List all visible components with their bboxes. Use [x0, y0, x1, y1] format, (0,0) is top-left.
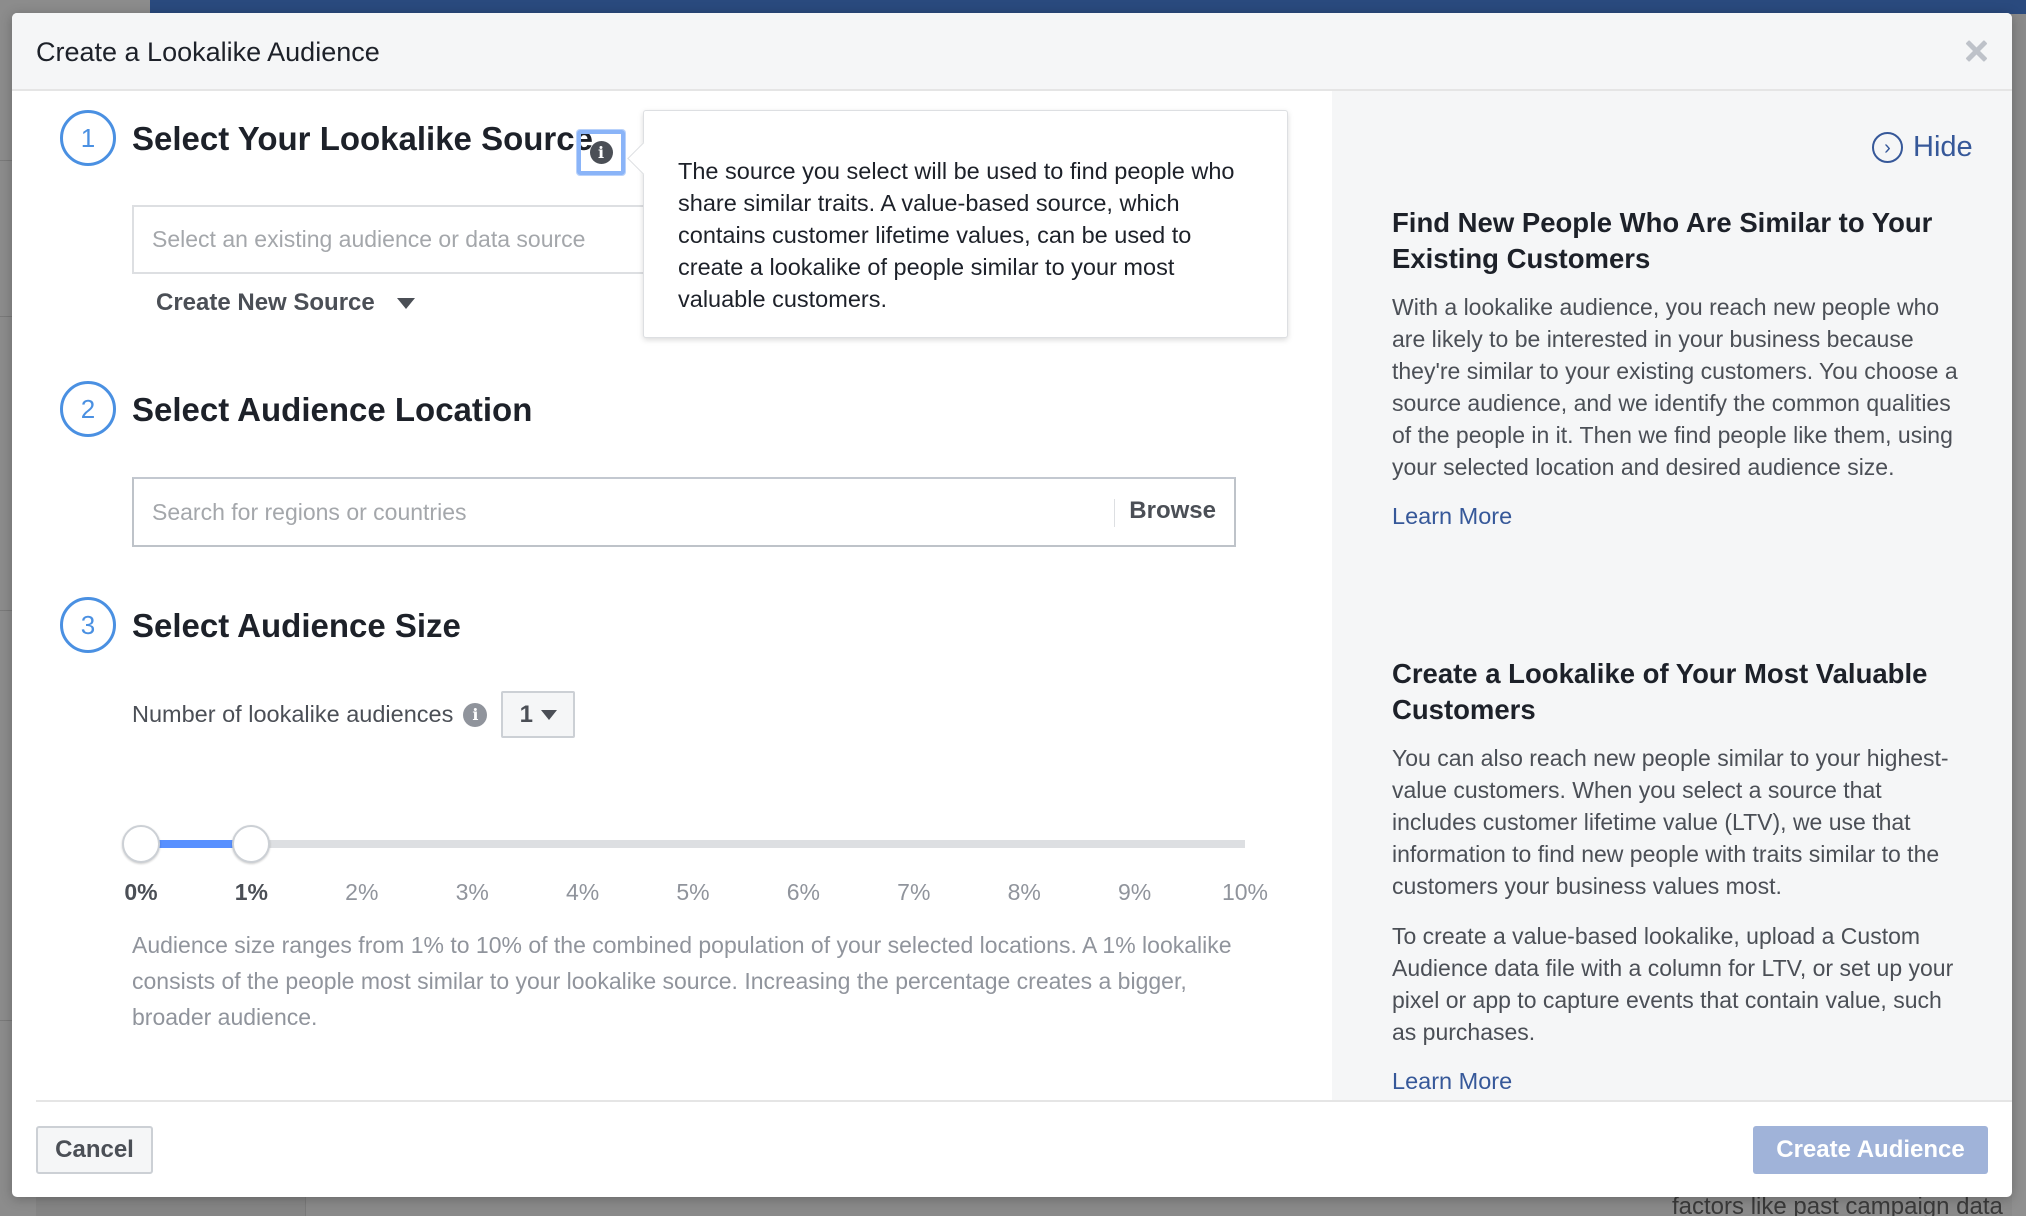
background-page-right — [2012, 190, 2026, 1216]
location-search-field[interactable] — [134, 479, 1094, 545]
learn-more-link[interactable]: Learn More — [1392, 1068, 1512, 1095]
info-icon[interactable]: i — [463, 702, 488, 727]
audience-size-slider[interactable] — [122, 823, 1261, 863]
number-of-audiences-row: Number of lookalike audiences i 1 — [132, 691, 576, 738]
create-audience-button[interactable]: Create Audience — [1753, 1126, 1988, 1174]
background-top-bar — [150, 0, 2026, 14]
slider-tick-label: 5% — [676, 879, 710, 905]
step-1-number: 1 — [60, 110, 116, 166]
info-paragraph: You can also reach new people similar to… — [1392, 745, 1949, 899]
info-paragraph: To create a value-based lookalike, uploa… — [1392, 923, 1954, 1045]
create-new-source-label: Create New Source — [156, 289, 375, 316]
slider-tick-label: 4% — [565, 879, 600, 905]
cancel-button[interactable]: Cancel — [36, 1126, 153, 1174]
learn-more-link[interactable]: Learn More — [1392, 503, 1512, 530]
hide-panel-button[interactable]: › Hide — [1872, 131, 1973, 164]
slider-tick-label: 10% — [1221, 879, 1269, 905]
slider-tick-label: 3% — [455, 879, 489, 905]
number-of-audiences-value: 1 — [519, 700, 534, 728]
info-paragraph: With a lookalike audience, you reach new… — [1392, 294, 1958, 480]
info-panel: › Hide Find New People Who Are Similar t… — [1332, 91, 2012, 1100]
step-3-heading: Select Audience Size — [132, 607, 461, 644]
audience-size-description: Audience size ranges from 1% to 10% of t… — [132, 932, 1232, 1030]
step-1-heading: Select Your Lookalike Source — [132, 120, 593, 157]
info-heading: Create a Lookalike of Your Most Valuable… — [1392, 658, 1928, 725]
slider-thumb-start[interactable] — [122, 825, 160, 863]
browse-button[interactable]: Browse — [1129, 497, 1216, 525]
source-info-tooltip: The source you select will be used to fi… — [643, 110, 1288, 338]
info-section-valuable-customers: Create a Lookalike of Your Most Valuable… — [1392, 656, 1972, 1095]
slider-thumb-end[interactable] — [232, 825, 271, 863]
step-3-number: 3 — [60, 597, 116, 653]
source-info-button[interactable]: i — [577, 130, 625, 175]
modal-title: Create a Lookalike Audience — [36, 37, 380, 67]
step-2-heading: Select Audience Location — [132, 391, 533, 428]
info-section-find-people: Find New People Who Are Similar to Your … — [1392, 205, 1972, 530]
hide-label: Hide — [1913, 131, 1973, 163]
slider-tick-label: 6% — [786, 879, 821, 905]
slider-tick-label: 8% — [1007, 879, 1041, 905]
slider-tick-label: 9% — [1117, 879, 1152, 905]
info-heading: Find New People Who Are Similar to Your … — [1392, 207, 1933, 274]
slider-tick-labels: 0% 1% 2% 3% 4% 5% 6% 7% 8% 9% 10% — [124, 879, 1268, 909]
slider-tick-label: 0% — [124, 879, 158, 905]
number-of-audiences-select[interactable]: 1 — [501, 691, 576, 738]
modal-header: Create a Lookalike Audience — [12, 13, 2012, 91]
info-icon: i — [589, 141, 613, 164]
number-of-audiences-label: Number of lookalike audiences — [132, 701, 454, 727]
slider-tick-label: 7% — [897, 879, 931, 905]
create-new-source-dropdown[interactable]: Create New Source — [156, 289, 415, 317]
step-2-number: 2 — [60, 381, 116, 437]
slider-track[interactable] — [141, 840, 1245, 848]
slider-tick-label: 2% — [345, 879, 379, 905]
background-column — [36, 1197, 306, 1216]
caret-down-icon — [541, 709, 558, 720]
slider-tick-label: 1% — [234, 879, 269, 905]
browse-divider — [1114, 499, 1115, 527]
close-icon[interactable] — [1962, 37, 1990, 65]
chevron-right-circle-icon: › — [1872, 132, 1903, 163]
caret-down-icon — [396, 297, 415, 309]
location-search-box[interactable]: Browse — [132, 477, 1236, 547]
lookalike-audience-modal: Create a Lookalike Audience 1 Select You… — [12, 13, 2012, 1197]
footer-divider — [36, 1100, 2012, 1102]
